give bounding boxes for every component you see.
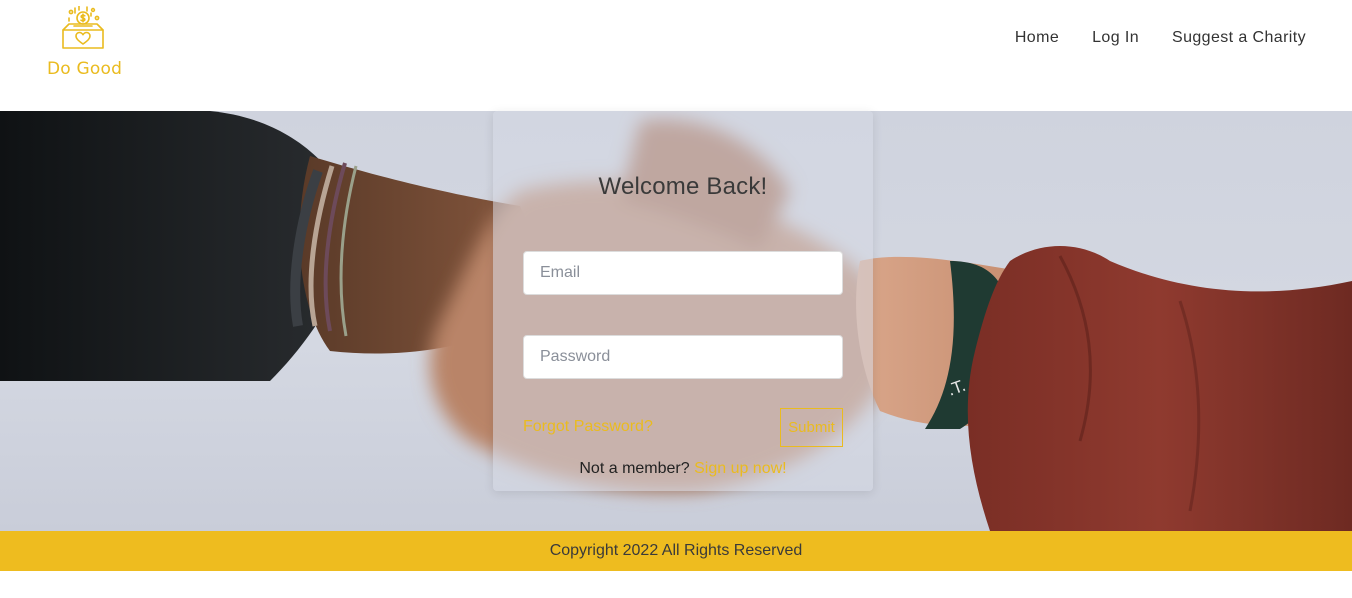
copyright-text: Copyright 2022 All Rights Reserved <box>549 542 803 559</box>
brand-logo[interactable]: Do Good <box>44 6 124 79</box>
password-input[interactable] <box>523 335 843 379</box>
login-card: Welcome Back! Forgot Password? Submit No… <box>493 111 873 491</box>
site-footer: Copyright 2022 All Rights Reserved <box>0 531 1352 571</box>
email-input[interactable] <box>523 251 843 295</box>
charity-box-icon <box>62 6 104 49</box>
nav-item-home[interactable]: Home <box>1015 29 1059 47</box>
signup-link[interactable]: Sign up now! <box>694 460 787 477</box>
brand-name: Do Good <box>47 59 123 79</box>
nav-item-suggest-charity[interactable]: Suggest a Charity <box>1172 29 1306 47</box>
submit-button[interactable]: Submit <box>780 408 843 447</box>
signup-prompt: Not a member? <box>579 460 690 477</box>
main-nav: Home Log In Suggest a Charity <box>1015 29 1306 47</box>
signup-line: Not a member? Sign up now! <box>493 460 873 478</box>
site-header: Do Good Home Log In Suggest a Charity <box>0 0 1352 111</box>
nav-item-log-in[interactable]: Log In <box>1092 29 1139 47</box>
page-bottom-whitespace <box>0 571 1352 598</box>
login-title: Welcome Back! <box>598 173 768 200</box>
forgot-password-link[interactable]: Forgot Password? <box>523 418 653 436</box>
